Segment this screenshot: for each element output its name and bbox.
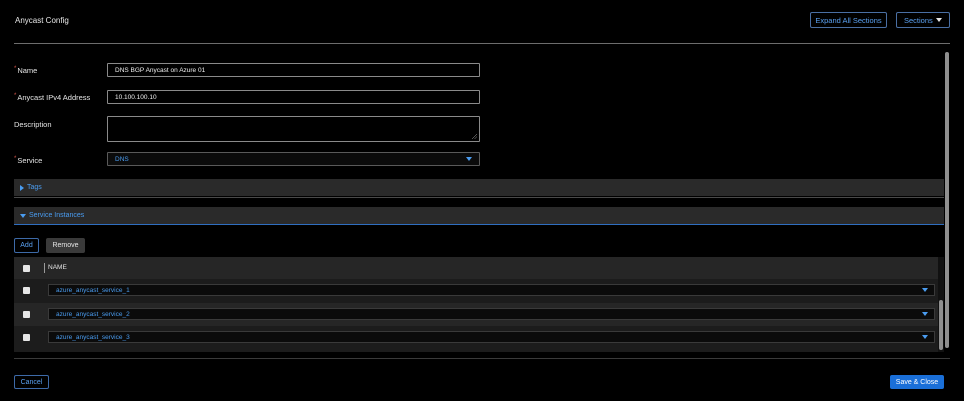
tags-divider [14,197,944,198]
table-row: azure_anycast_service_1 [14,279,938,302]
dialog-scrollbar-thumb[interactable] [945,52,949,348]
dropdown-arrow-icon [922,288,928,292]
service-label: *Service [14,156,43,165]
ipv4-label: *Anycast IPv4 Address [14,93,91,102]
service-instances-grid: NAME azure_anycast_service_1 azure_anyca… [14,257,938,352]
description-label: Description [14,120,52,129]
row-checkbox[interactable] [23,334,30,341]
cancel-button[interactable]: Cancel [14,375,49,389]
anycast-config-dialog: Anycast Config Expand All Sections Secti… [0,0,964,401]
table-row: azure_anycast_service_2 [14,303,938,326]
column-header-name: NAME [48,264,67,271]
grid-header: NAME [14,257,938,279]
service-value: DNS [115,155,129,163]
caret-down-icon [936,18,942,22]
row-checkbox[interactable] [23,287,30,294]
add-button[interactable]: Add [14,238,39,253]
service-instance-select[interactable]: azure_anycast_service_3 [48,331,935,343]
service-instance-value: azure_anycast_service_3 [56,333,130,341]
dropdown-arrow-icon [922,335,928,339]
tags-section-label: Tags [27,184,42,191]
grid-scrollbar-thumb[interactable] [939,300,943,350]
select-all-checkbox[interactable] [23,265,30,272]
required-marker: * [14,156,17,162]
service-instance-select[interactable]: azure_anycast_service_2 [48,308,935,320]
expand-triangle-icon [20,184,24,191]
name-label: *Name [14,66,38,75]
collapse-triangle-icon [20,213,26,218]
name-input[interactable]: DNS BGP Anycast on Azure 01 [107,63,480,77]
service-instances-divider [14,224,944,225]
footer-divider [14,358,950,359]
ipv4-value: 10.100.100.10 [115,93,157,101]
name-value: DNS BGP Anycast on Azure 01 [115,66,206,74]
resize-grip-icon[interactable] [472,134,477,139]
save-and-close-button[interactable]: Save & Close [890,375,944,389]
column-separator [44,263,45,273]
service-select[interactable]: DNS [107,152,480,166]
required-marker: * [14,93,17,99]
remove-button[interactable]: Remove [46,238,85,253]
service-instances-section-label: Service Instances [29,212,85,219]
row-checkbox[interactable] [23,311,30,318]
ipv4-input[interactable]: 10.100.100.10 [107,90,480,104]
tags-section-header[interactable]: Tags [14,179,944,196]
service-instance-value: azure_anycast_service_2 [56,310,130,318]
sections-label: Sections [904,15,933,25]
service-instance-select[interactable]: azure_anycast_service_1 [48,284,935,296]
header-divider [14,43,950,44]
table-row: azure_anycast_service_3 [14,326,938,349]
service-instance-value: azure_anycast_service_1 [56,286,130,294]
dropdown-arrow-icon [466,157,472,161]
dropdown-arrow-icon [922,312,928,316]
required-marker: * [14,66,17,72]
sections-dropdown-button[interactable]: Sections [896,12,950,28]
description-textarea[interactable] [107,116,480,142]
dialog-title: Anycast Config [15,16,69,25]
service-instances-section-header[interactable]: Service Instances [14,207,944,224]
expand-all-sections-button[interactable]: Expand All Sections [810,12,887,28]
